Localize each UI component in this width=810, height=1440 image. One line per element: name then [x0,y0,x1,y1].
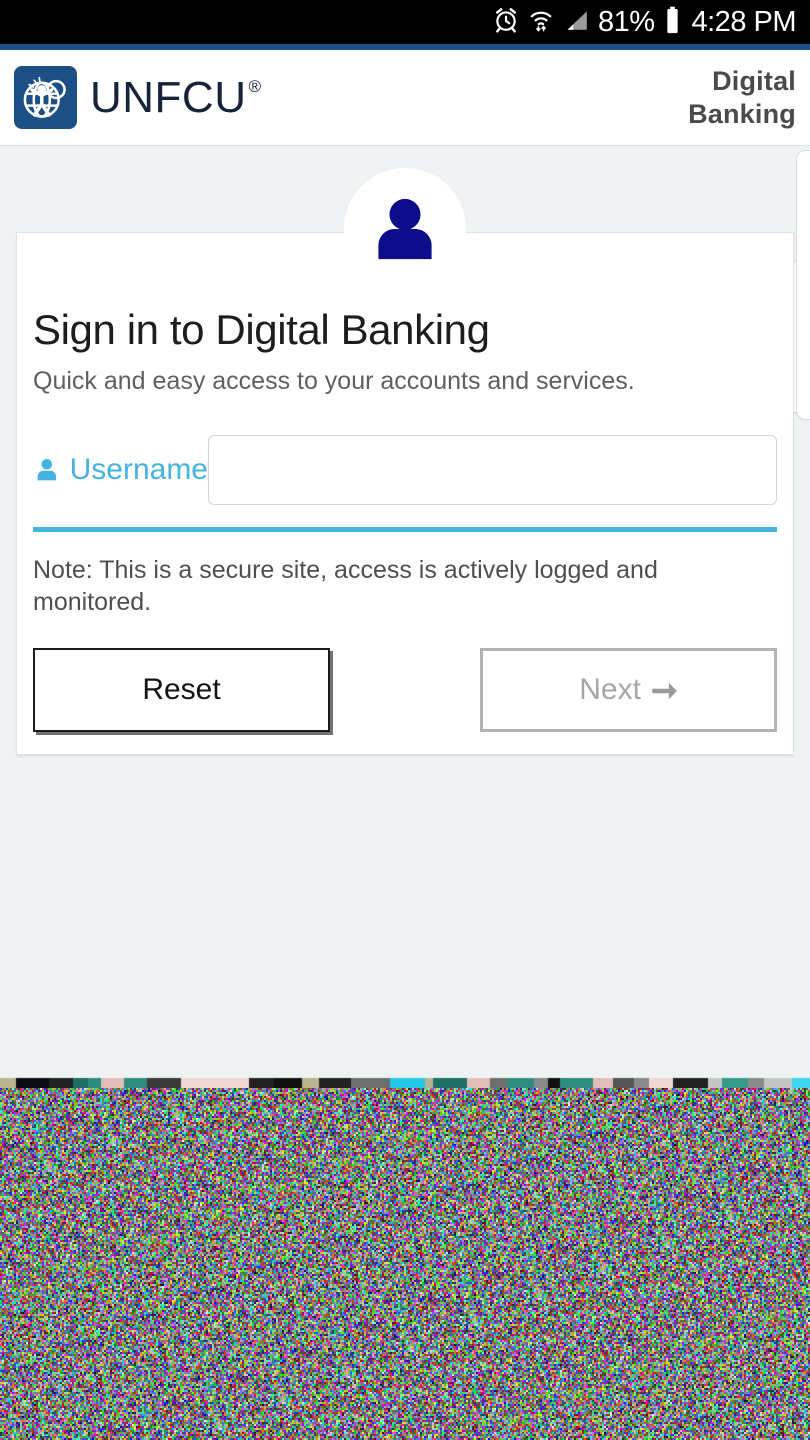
signin-card: Sign in to Digital Banking Quick and eas… [16,232,794,755]
header-product-label: Digital Banking [688,65,796,131]
battery-icon [664,6,681,39]
header-label-line2: Banking [688,98,796,129]
cell-signal-icon [563,7,589,38]
page-body: Sign in to Digital Banking Quick and eas… [0,146,810,1070]
reset-button[interactable]: Reset [33,647,330,732]
username-label-text: Username [69,453,208,487]
brand-wordmark: UNFCU ® [90,72,262,122]
clock-label: 4:28 PM [691,5,797,38]
wordmark-text: UNFCU [90,72,247,122]
unfcu-globe-logo-icon [14,66,77,129]
security-note: Note: This is a secure site, access is a… [33,556,658,616]
username-field-row: Username [33,435,777,506]
button-row: Reset Next ➞ [33,647,777,732]
corrupted-render-region [0,1070,810,1440]
page-subtitle: Quick and easy access to your accounts a… [33,367,635,396]
username-input[interactable] [208,435,777,506]
battery-percent-label: 81% [597,5,655,38]
next-button[interactable]: Next ➞ [480,647,777,732]
app-header: UNFCU ® Digital Banking [0,50,810,146]
reset-button-label: Reset [142,672,221,706]
wifi-icon [528,7,554,38]
person-icon [37,459,57,481]
registered-mark: ® [248,76,262,96]
arrow-right-icon: ➞ [650,671,678,708]
avatar [344,168,466,290]
brand-lockup[interactable]: UNFCU ® [14,66,262,129]
right-edge-panel[interactable] [796,150,810,420]
alarm-clock-icon [493,7,519,38]
android-status-bar: 81% 4:28 PM [0,0,810,44]
field-accent-underline [33,527,777,533]
phone-screen: 81% 4:28 PM UNFCU ® Digital Banking Sign… [0,0,810,1440]
glitch-noise [0,1088,810,1440]
user-avatar-icon [378,198,432,260]
username-label: Username [33,453,208,487]
header-label-line1: Digital [712,65,796,96]
next-button-label: Next [579,672,641,706]
